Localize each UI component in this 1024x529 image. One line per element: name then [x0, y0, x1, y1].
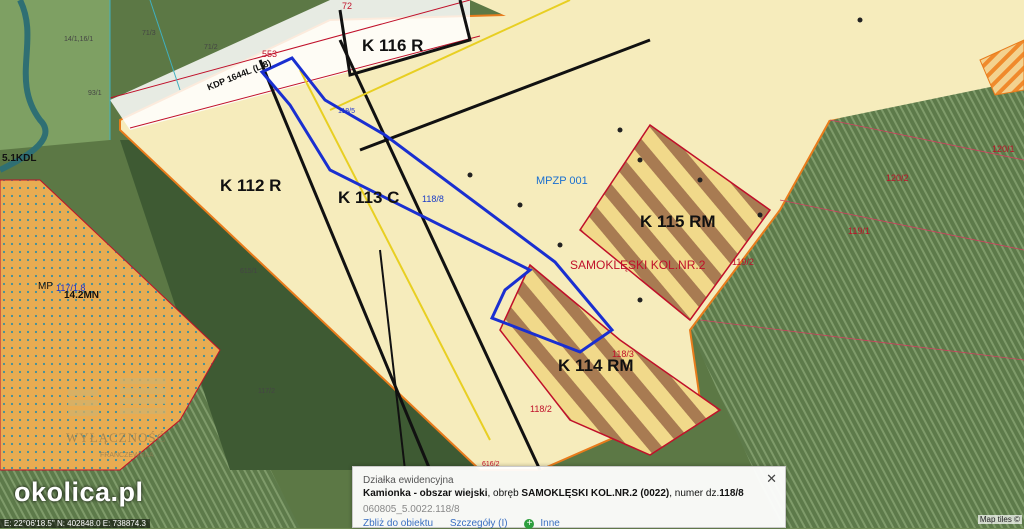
parcel-description: Kamionka - obszar wiejski, obręb SAMOKLĘ…	[363, 488, 744, 499]
small-label: 71/3	[142, 30, 156, 37]
small-label: 117/2	[258, 388, 275, 395]
map-attribution[interactable]: Map tiles ©	[977, 515, 1022, 524]
parcel-label: 118/3	[612, 349, 634, 359]
more-link[interactable]: + Inne	[524, 518, 560, 529]
zone-label-k116r: K 116 R	[362, 36, 424, 55]
desc-separator: , numer dz.	[669, 488, 720, 499]
parcel-label: 119/1	[848, 226, 870, 236]
parcel-label: 120/1	[992, 144, 1015, 154]
logo-subtext: FRANCZEWSKA	[100, 452, 154, 459]
brand-watermark: okolica.pl	[14, 477, 144, 507]
village-label: SAMOKLĘSKI KOL.NR.2	[570, 258, 706, 272]
watermark-logo: WYŁĄCZNOŚĆ FRANCZEWSKA	[54, 348, 196, 472]
popup-header: Działka ewidencyjna	[363, 475, 454, 486]
more-link-label: Inne	[540, 518, 560, 529]
place-name: Kamionka - obszar wiejski	[363, 488, 488, 499]
zone-label-k112r: K 112 R	[220, 176, 282, 195]
popup-links: Zbliż do obiektu Szczegóły (I) + Inne	[363, 518, 574, 529]
zone-label-k115rm: K 115 RM	[640, 212, 716, 231]
logo-text: WYŁĄCZNOŚĆ	[66, 430, 167, 445]
parcel-label: 553	[262, 49, 278, 59]
precinct-name: SAMOKLĘSKI KOL.NR.2 (0022)	[521, 488, 670, 499]
small-label: 71/2	[204, 44, 218, 51]
small-label: 118/5	[338, 108, 355, 115]
building-icon	[68, 378, 166, 416]
kdl-label: 5.1KDL	[2, 153, 37, 164]
small-label: 93/1	[88, 90, 102, 97]
parcel-label: 72	[342, 1, 353, 11]
parcel-label: 118/2	[530, 404, 552, 414]
mpzp-label: MPZP 001	[536, 175, 588, 187]
small-label: 14/1,16/1	[64, 36, 94, 43]
zone-label-k113c: K 113 C	[338, 188, 400, 207]
parcel-number: 118/8	[719, 488, 744, 499]
mp-label: MP	[38, 281, 53, 292]
coordinates-readout: E: 22°06'18.5" N: 402848.0 E: 738874.3	[0, 519, 150, 528]
details-link[interactable]: Szczegóły (I)	[450, 518, 508, 529]
zoom-to-object-link[interactable]: Zbliż do obiektu	[363, 518, 433, 529]
parcel-id: 060805_5.0022.118/8	[363, 504, 460, 515]
close-icon[interactable]: ✕	[766, 471, 777, 487]
mn-label: 14.2MN	[64, 290, 100, 301]
parcel-label: 120/2	[886, 173, 909, 183]
parcel-info-popup: Działka ewidencyjna ✕ Kamionka - obszar …	[352, 466, 786, 529]
zone-label-k114rm: K 114 RM	[558, 356, 634, 375]
selected-parcel-label: 118/8	[422, 194, 444, 204]
parcel-label: 119/2	[732, 257, 754, 267]
desc-separator: , obręb	[487, 488, 522, 499]
small-label: 615/1	[240, 268, 258, 275]
